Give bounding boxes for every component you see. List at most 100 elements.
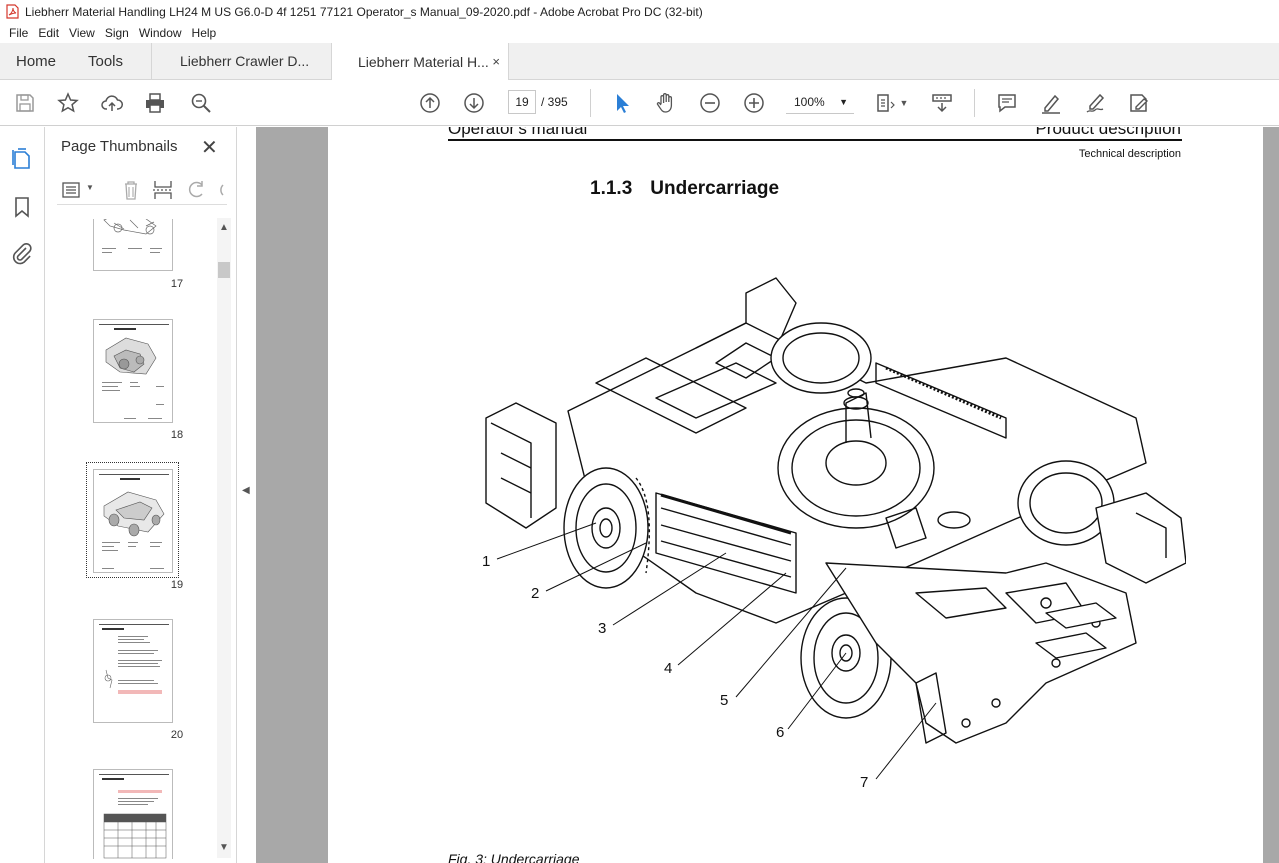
scroll-down-icon[interactable]: ▼	[217, 842, 231, 853]
section-heading: 1.1.3 Undercarriage	[590, 178, 779, 200]
menu-window[interactable]: Window	[134, 26, 187, 40]
header-rule	[448, 139, 1182, 141]
thumbnail-page-21[interactable]	[93, 769, 173, 859]
page-fit-icon[interactable]	[874, 91, 898, 115]
rotate-icon[interactable]	[185, 179, 209, 201]
thumbnails-panel: Page Thumbnails ✕ ▼ 17 18 19 20 ▲ ▼	[45, 127, 237, 863]
tab-document-2-label: Liebherr Material H...	[358, 53, 489, 70]
zoom-level-select[interactable]: 100% ▼	[786, 90, 854, 114]
chevron-down-icon[interactable]: ▼	[86, 183, 94, 192]
window-title: Liebherr Material Handling LH24 M US G6.…	[25, 4, 703, 19]
toolbar-divider	[974, 89, 975, 117]
panel-collapse-handle[interactable]: ◀	[237, 127, 256, 863]
thumbnail-page-18[interactable]	[93, 319, 173, 423]
section-number: 1.1.3	[590, 178, 633, 199]
menu-view[interactable]: View	[64, 26, 100, 40]
page-header-right: Product description	[1035, 127, 1181, 138]
collapse-left-icon[interactable]: ◀	[242, 485, 250, 496]
bookmark-star-icon[interactable]	[56, 91, 80, 115]
delete-page-icon[interactable]	[119, 179, 143, 201]
print-icon[interactable]	[143, 91, 167, 115]
callout-label: 3	[598, 620, 606, 637]
zoom-level-value: 100%	[794, 95, 825, 109]
thumbnail-header-rule	[99, 774, 169, 775]
thumbnail-label: 20	[170, 729, 184, 741]
thumbnail-page-17[interactable]	[93, 219, 173, 271]
chevron-down-icon: ▼	[839, 97, 848, 107]
panel-toolbar: ▼	[57, 175, 227, 205]
scroll-mode-icon[interactable]	[930, 91, 954, 115]
thumbnail-label: 18	[170, 429, 184, 441]
attachments-paperclip-icon[interactable]	[10, 241, 34, 265]
thumbnail-figure	[102, 778, 167, 859]
save-icon[interactable]	[13, 91, 37, 115]
page-header-left: Operator's manual	[448, 127, 588, 138]
page-total: / 395	[541, 95, 568, 109]
thumbnail-list: 17 18 19 20	[45, 219, 217, 859]
chevron-down-icon[interactable]: ▼	[898, 91, 910, 115]
close-panel-icon[interactable]: ✕	[201, 135, 218, 160]
tab-document-1-label: Liebherr Crawler D...	[180, 53, 310, 69]
draw-sign-icon[interactable]	[1083, 91, 1107, 115]
page-number-input[interactable]: 19	[508, 90, 536, 114]
thumbnail-figure	[102, 328, 164, 419]
menu-edit[interactable]: Edit	[33, 26, 64, 40]
options-menu-icon[interactable]	[61, 179, 85, 201]
hand-tool-icon[interactable]	[654, 91, 678, 115]
close-tab-icon[interactable]: ×	[492, 54, 500, 69]
tab-document-1[interactable]: Liebherr Crawler D...	[152, 43, 332, 79]
insert-page-icon[interactable]	[151, 179, 175, 201]
previous-page-icon[interactable]	[418, 91, 442, 115]
menu-help[interactable]: Help	[187, 26, 222, 40]
menu-file[interactable]: File	[4, 26, 33, 40]
tab-tools-label: Tools	[88, 52, 124, 70]
highlight-pen-icon[interactable]	[1039, 91, 1063, 115]
callout-label: 5	[720, 692, 728, 709]
left-navigation-rail	[0, 127, 45, 863]
pdf-page: Operator's manual Product description Te…	[328, 127, 1263, 863]
tab-document-2[interactable]: Liebherr Material H... ×	[332, 43, 509, 81]
tab-home[interactable]: Home	[0, 43, 74, 79]
section-title: Undercarriage	[650, 178, 780, 199]
thumbnail-label: 19	[170, 579, 184, 591]
zoom-out-icon[interactable]	[698, 91, 722, 115]
title-bar: Liebherr Material Handling LH24 M US G6.…	[0, 0, 1279, 23]
thumbnail-label: 17	[170, 278, 184, 290]
tab-home-label: Home	[16, 52, 57, 70]
thumbnail-header-rule	[99, 624, 169, 625]
zoom-search-icon[interactable]	[189, 91, 213, 115]
panel-title: Page Thumbnails	[61, 138, 178, 155]
callout-label: 7	[860, 774, 868, 791]
thumbnail-figure	[102, 628, 162, 694]
scroll-up-icon[interactable]: ▲	[217, 222, 231, 233]
thumbnail-page-20[interactable]	[93, 619, 173, 723]
thumbnail-figure	[102, 219, 162, 253]
page-thumbnails-icon[interactable]	[10, 147, 34, 171]
zoom-in-icon[interactable]	[742, 91, 766, 115]
figure-caption: Fig. 3: Undercarriage	[448, 851, 580, 863]
callout-label: 1	[482, 553, 490, 570]
callout-label: 2	[531, 585, 539, 602]
bookmarks-icon[interactable]	[10, 195, 34, 219]
select-cursor-icon[interactable]	[610, 91, 634, 115]
callout-label: 4	[664, 660, 672, 677]
thumbnail-header-rule	[99, 324, 169, 325]
tab-tools[interactable]: Tools	[74, 43, 152, 79]
document-viewer[interactable]: Operator's manual Product description Te…	[256, 127, 1279, 863]
callout-label: 6	[776, 724, 784, 741]
comment-icon[interactable]	[995, 91, 1019, 115]
rotate-clockwise-icon[interactable]	[213, 179, 227, 201]
thumbnail-selection-outline	[86, 462, 179, 578]
scrollbar-thumb[interactable]	[218, 262, 230, 278]
toolbar-divider	[590, 89, 591, 117]
thumbnail-scrollbar[interactable]: ▲ ▼	[217, 218, 231, 858]
undercarriage-figure: 1 2 3 4 5 6 7	[482, 277, 1186, 791]
fill-sign-icon[interactable]	[1127, 91, 1151, 115]
menu-bar: File Edit View Sign Window Help	[0, 23, 1279, 43]
menu-sign[interactable]: Sign	[100, 26, 134, 40]
upload-cloud-icon[interactable]	[100, 91, 124, 115]
page-header-subtitle: Technical description	[1078, 148, 1181, 160]
next-page-icon[interactable]	[462, 91, 486, 115]
pdf-app-icon	[6, 4, 19, 19]
tab-bar: Home Tools Liebherr Crawler D... Liebher…	[0, 43, 1279, 81]
